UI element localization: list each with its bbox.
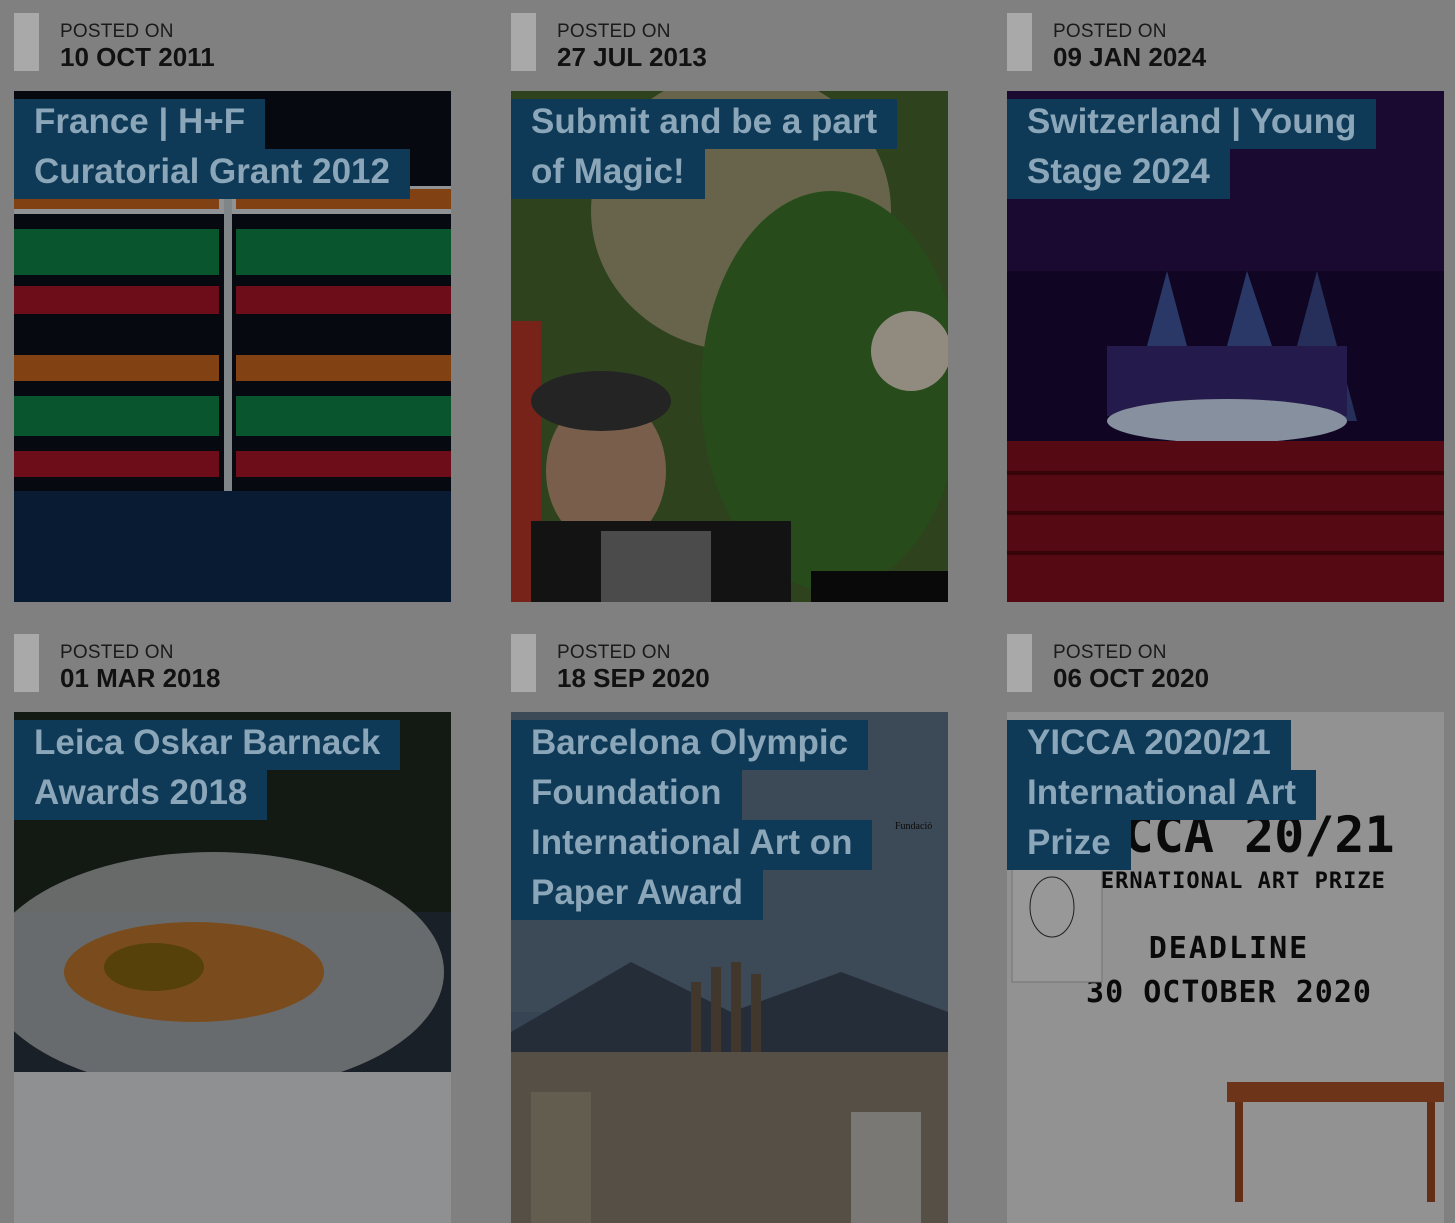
post-card: POSTED ON 27 JUL 2013 Submit and be a pa… — [511, 13, 948, 602]
post-title[interactable]: France | H+F Curatorial Grant 2012 — [14, 97, 414, 199]
post-date-block: POSTED ON 09 JAN 2024 — [1007, 13, 1444, 91]
post-thumbnail-link[interactable]: Submit and be a part of Magic! — [511, 91, 948, 602]
post-date: 27 JUL 2013 — [557, 42, 707, 72]
date-accent-bar — [14, 634, 39, 692]
date-accent-bar — [1007, 634, 1032, 692]
date-accent-bar — [14, 13, 39, 71]
post-date: 18 SEP 2020 — [557, 663, 710, 693]
posted-on-label: POSTED ON — [1053, 21, 1167, 42]
post-title[interactable]: Barcelona Olympic Foundation Internation… — [511, 718, 873, 920]
post-date-block: POSTED ON 10 OCT 2011 — [14, 13, 451, 91]
post-thumbnail-link[interactable]: Fundació Barcelona Olympic Foundation In… — [511, 712, 948, 1223]
date-accent-bar — [511, 13, 536, 71]
post-date-block: POSTED ON 27 JUL 2013 — [511, 13, 948, 91]
post-title-text[interactable]: Switzerland | Young Stage 2024 — [1007, 99, 1377, 199]
post-date-block: POSTED ON 01 MAR 2018 — [14, 634, 451, 712]
post-date: 06 OCT 2020 — [1053, 663, 1210, 693]
post-title[interactable]: YICCA 2020/21 International Art Prize — [1007, 718, 1407, 870]
post-title-text[interactable]: France | H+F Curatorial Grant 2012 — [14, 99, 410, 199]
date-accent-bar — [1007, 13, 1032, 71]
posted-on-label: POSTED ON — [60, 21, 174, 42]
post-card: POSTED ON 18 SEP 2020 Fundació Barcelona… — [511, 634, 948, 1223]
post-thumbnail-link[interactable]: YICCA 20/21 INTERNATIONAL ART PRIZE DEAD… — [1007, 712, 1444, 1223]
post-title-text[interactable]: Barcelona Olympic Foundation Internation… — [511, 720, 873, 920]
post-title[interactable]: Submit and be a part of Magic! — [511, 97, 911, 199]
post-card: POSTED ON 01 MAR 2018 Leica Oskar Barnac… — [14, 634, 451, 1223]
date-accent-bar — [511, 634, 536, 692]
post-thumbnail-link[interactable]: France | H+F Curatorial Grant 2012 — [14, 91, 451, 602]
post-date: 10 OCT 2011 — [60, 42, 215, 72]
post-thumbnail-link[interactable]: Switzerland | Young Stage 2024 — [1007, 91, 1444, 602]
post-thumbnail-link[interactable]: Leica Oskar Barnack Awards 2018 — [14, 712, 451, 1223]
post-date-block: POSTED ON 18 SEP 2020 — [511, 634, 948, 712]
post-card: POSTED ON 10 OCT 2011 France | H+F Curat… — [14, 13, 451, 602]
posted-on-label: POSTED ON — [557, 642, 671, 663]
post-title-text[interactable]: Leica Oskar Barnack Awards 2018 — [14, 720, 401, 820]
posted-on-label: POSTED ON — [1053, 642, 1167, 663]
post-title-text[interactable]: Submit and be a part of Magic! — [511, 99, 898, 199]
post-card: POSTED ON 06 OCT 2020 YICCA 20/21 INTERN… — [1007, 634, 1444, 1223]
post-date-block: POSTED ON 06 OCT 2020 — [1007, 634, 1444, 712]
post-title-text[interactable]: YICCA 2020/21 International Art Prize — [1007, 720, 1316, 870]
posted-on-label: POSTED ON — [557, 21, 671, 42]
post-title[interactable]: Leica Oskar Barnack Awards 2018 — [14, 718, 414, 820]
post-date: 09 JAN 2024 — [1053, 42, 1207, 72]
posted-on-label: POSTED ON — [60, 642, 174, 663]
post-card: POSTED ON 09 JAN 2024 Switzerland | Youn… — [1007, 13, 1444, 602]
post-title[interactable]: Switzerland | Young Stage 2024 — [1007, 97, 1407, 199]
post-date: 01 MAR 2018 — [60, 663, 221, 693]
